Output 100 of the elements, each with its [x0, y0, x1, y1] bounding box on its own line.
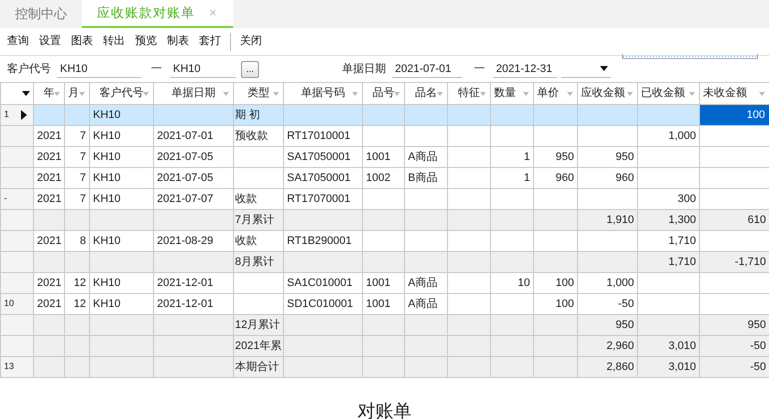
toolbar-button[interactable]: 设置 [34, 33, 66, 50]
toolbar-button[interactable]: 关闭 [235, 33, 267, 50]
row-header[interactable] [0, 314, 34, 336]
row-header[interactable] [0, 336, 34, 356]
filter-icon[interactable] [759, 92, 765, 96]
row-header[interactable] [0, 230, 34, 252]
table-cell: 2021-07-01 [154, 126, 234, 146]
table-cell: 960 [578, 168, 638, 188]
table-cell: -50 [700, 356, 769, 378]
filter-icon[interactable] [480, 92, 486, 96]
toolbar-button[interactable]: 图表 [66, 33, 98, 50]
table-cell: 7月累计 [234, 210, 284, 230]
table-cell: 950 [578, 146, 638, 168]
input-field[interactable]: KH10 [170, 60, 236, 78]
column-header[interactable]: 数量 [490, 82, 534, 104]
table-cell: KH10 [90, 272, 154, 294]
table-cell: 2021 [34, 146, 64, 168]
column-header[interactable]: 应收金额 [578, 82, 638, 104]
table-cell: 2,960 [578, 336, 638, 356]
splitter-handle[interactable] [622, 54, 758, 59]
row-header[interactable] [0, 126, 34, 146]
table-cell: 12月累计 [234, 314, 284, 336]
table-cell: 2021-07-05 [154, 168, 234, 188]
row-header[interactable] [0, 146, 34, 168]
table-cell: -1,710 [700, 252, 769, 272]
dash-text: 一 [151, 62, 162, 77]
column-header[interactable]: 单据号码 [284, 82, 362, 104]
caret-icon [600, 66, 608, 71]
table-cell: 2021 [34, 168, 64, 188]
filter-icon[interactable] [352, 92, 358, 96]
row-header[interactable] [0, 252, 34, 272]
table-cell: KH10 [90, 168, 154, 188]
table-cell: 2021-07-05 [154, 146, 234, 168]
toolbar-button[interactable]: 制表 [162, 33, 194, 50]
toolbar-button[interactable]: 查询 [2, 33, 34, 50]
column-header[interactable]: 未收金额 [700, 82, 769, 104]
date-field[interactable]: 2021-12-31 [493, 60, 557, 78]
row-header[interactable]: 1 [0, 104, 34, 126]
table-cell: RT17010001 [284, 126, 362, 146]
table-cell: 950 [700, 314, 769, 336]
table-cell: 3,010 [638, 336, 700, 356]
table-cell: SA17050001 [284, 146, 362, 168]
table-cell: 950 [578, 314, 638, 336]
filter-icon[interactable] [79, 92, 85, 96]
column-header[interactable]: 单价 [534, 82, 578, 104]
table-cell: 本期合计 [234, 356, 284, 378]
row-header[interactable] [0, 168, 34, 188]
column-header[interactable]: 品号 [362, 82, 404, 104]
tab[interactable]: 控制中心 [0, 0, 82, 28]
column-header[interactable]: 品名 [404, 82, 448, 104]
column-header[interactable]: 月 [64, 82, 90, 104]
filter-icon[interactable] [627, 92, 633, 96]
filter-icon[interactable] [54, 92, 60, 96]
browse-button[interactable]: ... [241, 60, 259, 78]
filter-icon[interactable] [689, 92, 695, 96]
filter-icon[interactable] [273, 92, 279, 96]
table-cell: A商品 [404, 146, 448, 168]
table-cell: 7 [64, 168, 90, 188]
filter-icon[interactable] [394, 92, 400, 96]
table-cell: 610 [700, 210, 769, 230]
table-cell: 1 [490, 146, 534, 168]
toolbar-button[interactable]: 预览 [130, 33, 162, 50]
table-cell: 1,910 [578, 210, 638, 230]
column-header[interactable]: 客户代号 [90, 82, 154, 104]
table-cell: 1002 [362, 168, 404, 188]
row-header[interactable] [0, 210, 34, 230]
table-cell: 2,860 [578, 356, 638, 378]
table-cell: 期 初 [234, 104, 284, 126]
row-number: 1 [4, 108, 10, 122]
table-cell: 1,000 [638, 126, 700, 146]
row-header[interactable] [0, 272, 34, 294]
column-header[interactable]: 类型 [234, 82, 284, 104]
table-cell: 1,300 [638, 210, 700, 230]
toolbar-button[interactable]: 套打 [194, 33, 226, 50]
table-cell: 预收款 [234, 126, 284, 146]
column-header[interactable]: 单据日期 [154, 82, 234, 104]
input-field[interactable]: KH10 [57, 60, 141, 78]
column-header[interactable]: 年 [34, 82, 64, 104]
table-cell: 12 [64, 272, 90, 294]
table-cell: 100 [700, 104, 769, 126]
table-cell: SA17050001 [284, 168, 362, 188]
filter-icon[interactable] [567, 92, 573, 96]
toolbar-button[interactable]: 转出 [98, 33, 130, 50]
row-header[interactable]: 13 [0, 356, 34, 378]
row-header[interactable]: 10 [0, 294, 34, 314]
filter-icon[interactable] [437, 92, 443, 96]
filter-icon[interactable] [143, 92, 149, 96]
table-cell: 2021 [34, 272, 64, 294]
row-header[interactable]: - [0, 188, 34, 210]
column-header[interactable]: 特征 [448, 82, 490, 104]
column-header[interactable]: 已收金额 [638, 82, 700, 104]
column-header[interactable] [0, 82, 34, 104]
table-cell: KH10 [90, 146, 154, 168]
row-number: 10 [4, 297, 14, 310]
table-cell: B商品 [404, 168, 448, 188]
table-cell: 1001 [362, 272, 404, 294]
filter-icon[interactable] [523, 92, 529, 96]
filter-icon[interactable] [223, 92, 229, 96]
table-cell: 1001 [362, 146, 404, 168]
date-field[interactable]: 2021-07-01 [392, 60, 462, 78]
